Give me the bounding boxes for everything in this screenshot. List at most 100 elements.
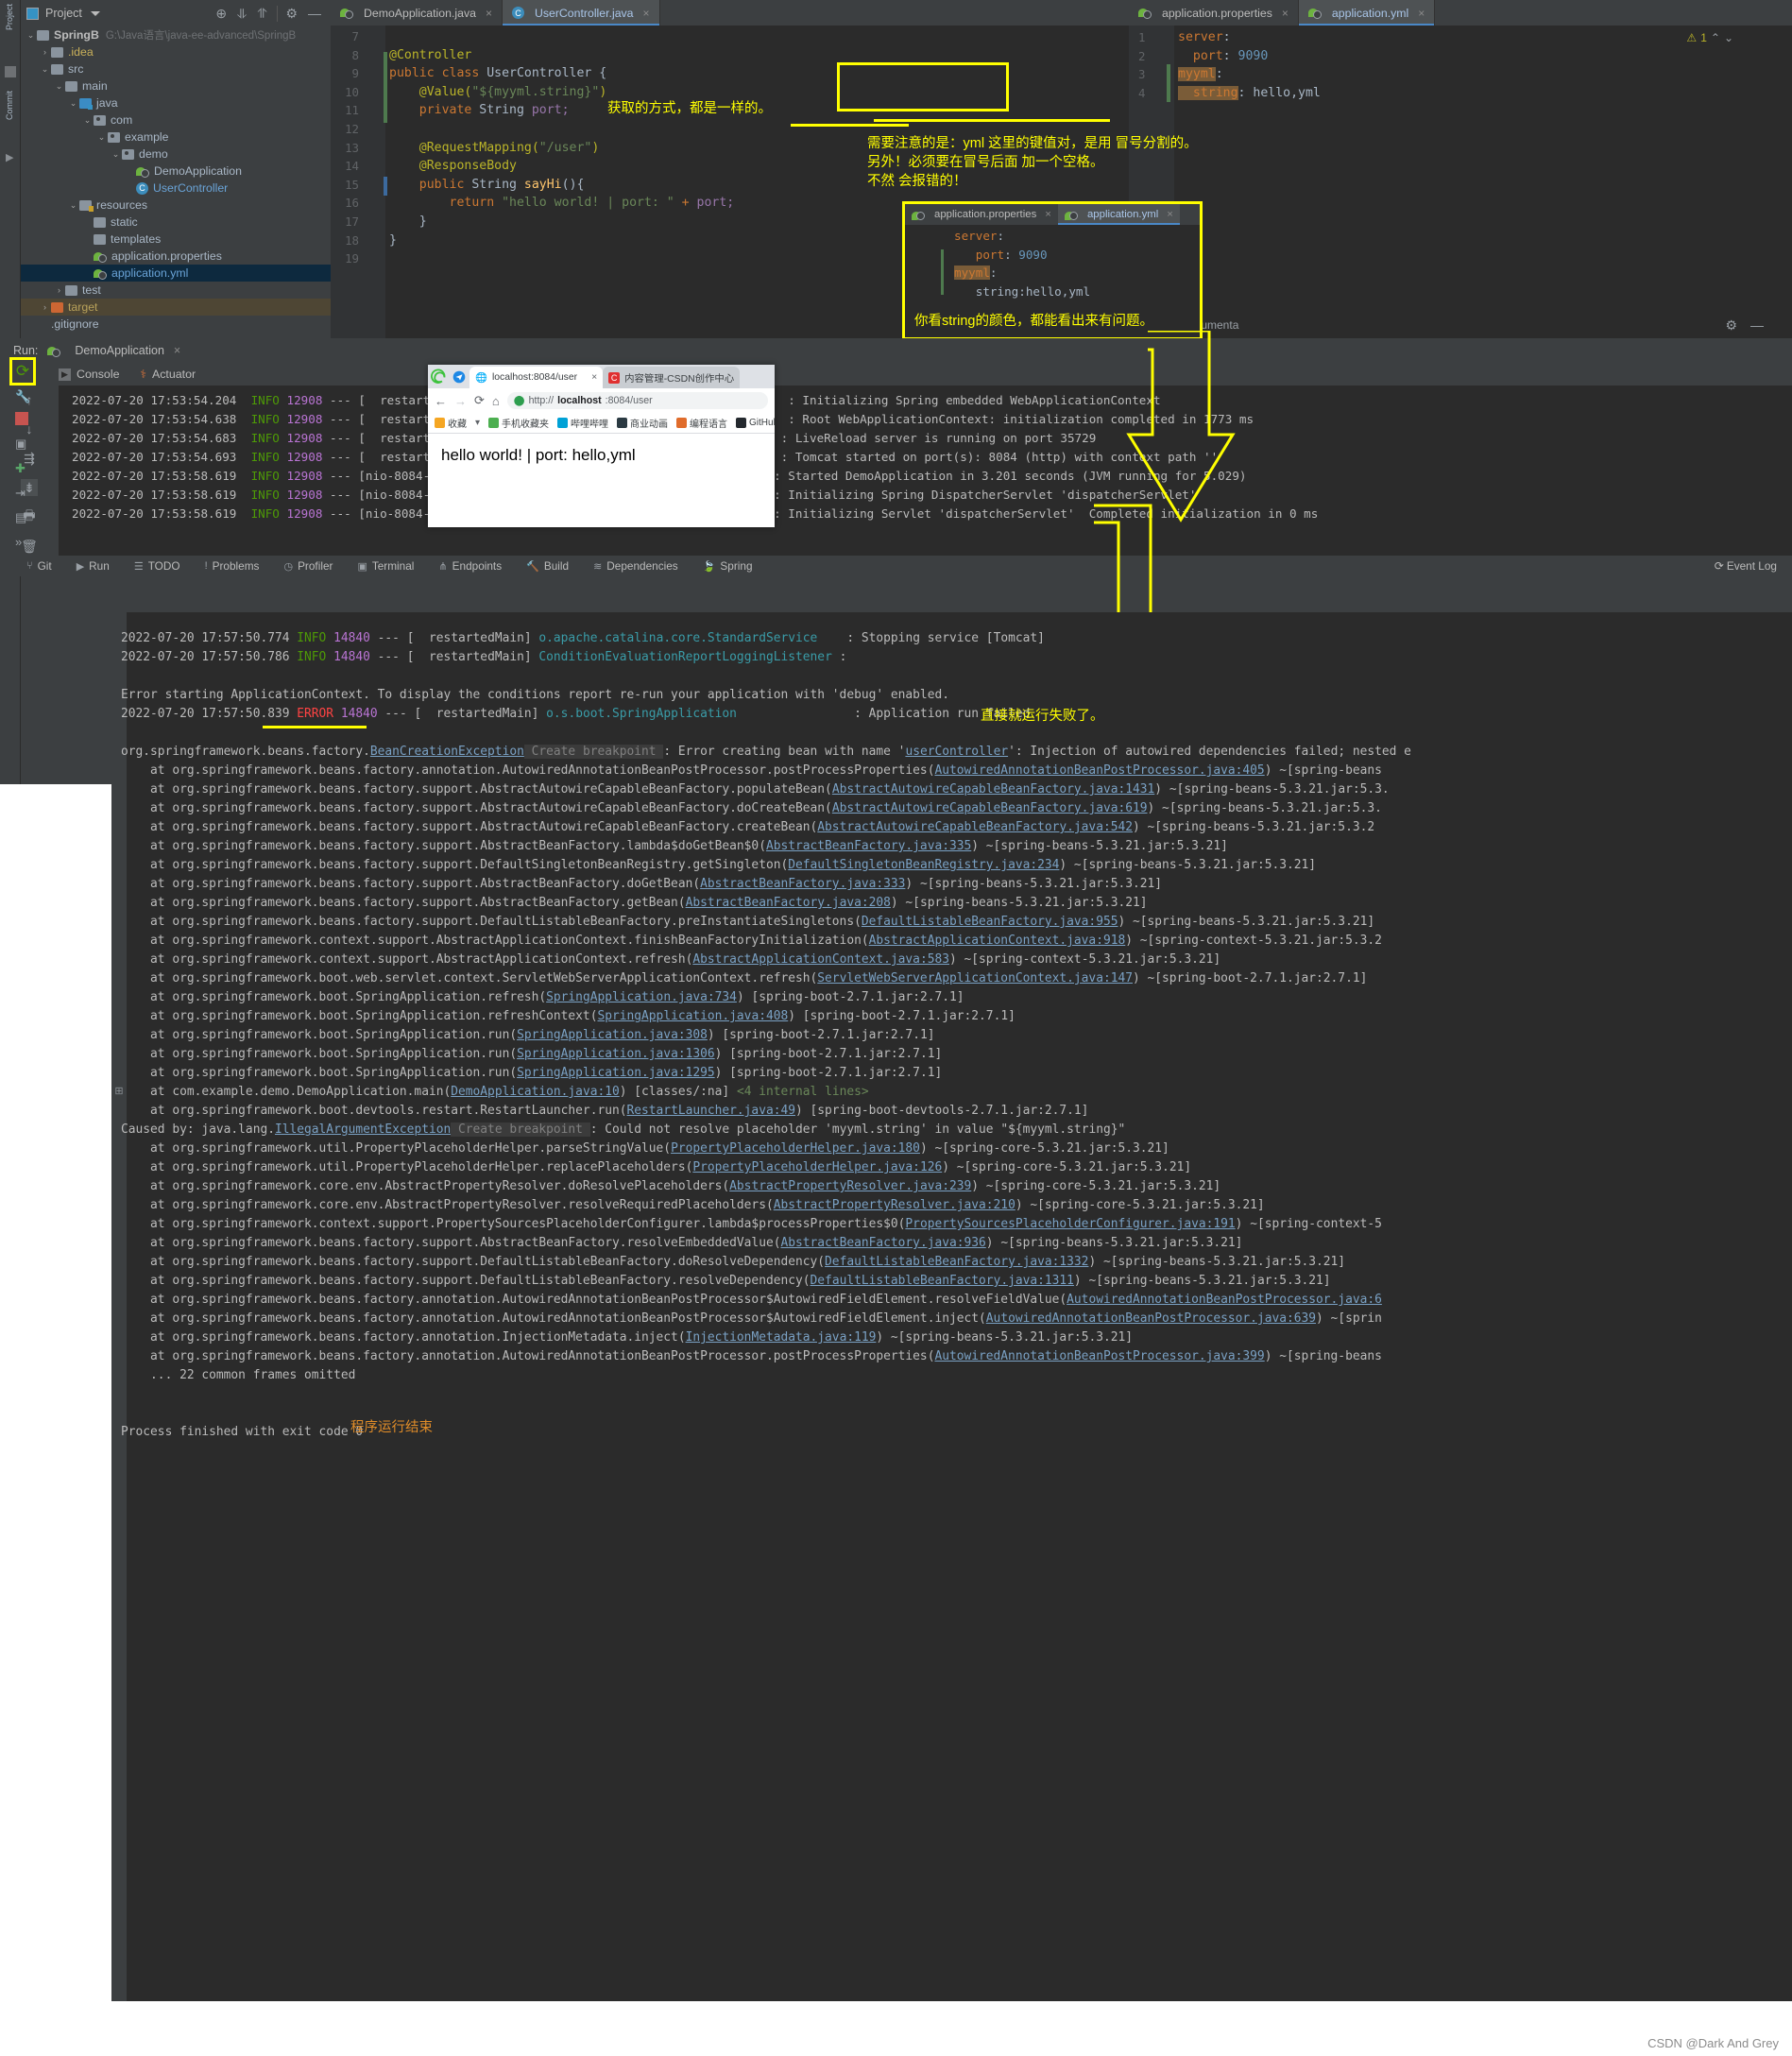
browser-tab-strip[interactable]: 🌐 localhost:8084/user × C 内容管理-CSDN创作中心 bbox=[428, 365, 775, 388]
console-stack-trace-panel[interactable]: 2022-07-20 17:57:50.774 INFO 14840 --- [… bbox=[111, 612, 1792, 2001]
trace-link[interactable]: PropertyPlaceholderHelper.java:126 bbox=[692, 1160, 942, 1174]
statusbar-endpoints[interactable]: ⋔ Endpoints bbox=[438, 559, 502, 573]
commit-strip-label[interactable]: Commit bbox=[5, 91, 14, 120]
trace-link[interactable]: AutowiredAnnotationBeanPostProcessor.jav… bbox=[1067, 1293, 1382, 1307]
yml-warning-status[interactable]: ⚠ 1 ⌃ ⌄ bbox=[1686, 31, 1733, 44]
camera-icon[interactable]: ▣ bbox=[15, 437, 26, 452]
trace-link[interactable]: RestartLauncher.java:49 bbox=[627, 1104, 796, 1118]
tree-item-src[interactable]: ⌄ src bbox=[21, 60, 331, 77]
run-strip-icon[interactable]: ▶ bbox=[6, 151, 13, 163]
browser-toolbar[interactable]: ← → ⟳ ⌂ ⬤ http://localhost:8084/user bbox=[428, 388, 775, 413]
chevron-down-icon[interactable]: ⌄ bbox=[67, 98, 79, 109]
trace-link[interactable]: AbstractAutowireCapableBeanFactory.java:… bbox=[832, 801, 1148, 815]
expand-all-icon[interactable]: ⥥ bbox=[237, 6, 247, 22]
trace-link[interactable]: ServletWebServerApplicationContext.java:… bbox=[817, 971, 1133, 985]
chevron-down-icon[interactable]: ▾ bbox=[475, 418, 480, 428]
tree-item-com[interactable]: ⌄ com bbox=[21, 111, 331, 128]
bookmarks-bar[interactable]: 收藏 ▾ 手机收藏夹 哔哩哔哩 商业动画 编程语言 GitHub bbox=[428, 413, 775, 434]
statusbar-todo[interactable]: ☰ TODO bbox=[134, 559, 180, 573]
chevron-down-icon[interactable]: ⌄ bbox=[1724, 31, 1733, 44]
wrench-icon[interactable]: 🔧 bbox=[15, 389, 30, 404]
chevron-up-icon[interactable]: ⌃ bbox=[1711, 31, 1720, 44]
close-icon[interactable]: × bbox=[1282, 7, 1289, 20]
close-icon[interactable]: × bbox=[1045, 209, 1051, 220]
trace-link[interactable]: DemoApplication.java:10 bbox=[451, 1085, 620, 1099]
rerun-button[interactable]: ⟳ bbox=[9, 357, 36, 386]
trace-link[interactable]: AbstractAutowireCapableBeanFactory.java:… bbox=[817, 820, 1133, 834]
popup-tab-1[interactable]: application.yml × bbox=[1057, 204, 1180, 225]
chevron-down-icon[interactable]: ⌄ bbox=[53, 81, 65, 92]
browser-tab-other[interactable]: C 内容管理-CSDN创作中心 bbox=[603, 367, 741, 388]
statusbar-dependencies[interactable]: ≋ Dependencies bbox=[593, 559, 678, 573]
trace-link[interactable]: AbstractApplicationContext.java:918 bbox=[869, 934, 1126, 948]
editor-tab-1[interactable]: C UserController.java × bbox=[502, 0, 660, 26]
settings-gear-icon[interactable]: ⚙ bbox=[1725, 317, 1737, 334]
back-icon[interactable]: ← bbox=[435, 394, 447, 408]
trace-link[interactable]: DefaultListableBeanFactory.java:1311 bbox=[811, 1274, 1074, 1288]
chevron-down-icon[interactable]: ⌄ bbox=[67, 200, 79, 211]
status-bar-right[interactable]: ⟳ Event Log bbox=[1715, 559, 1792, 573]
run-tab-console[interactable]: ▶ Console bbox=[59, 368, 119, 381]
run-tab-bar[interactable]: ▶ Console ⚕ Actuator bbox=[59, 363, 196, 386]
trace-link[interactable]: SpringApplication.java:1306 bbox=[517, 1047, 715, 1061]
trace-link[interactable]: AutowiredAnnotationBeanPostProcessor.jav… bbox=[934, 763, 1264, 778]
bookmark-0[interactable]: 收藏 bbox=[435, 416, 467, 430]
event-log-item[interactable]: ⟳ Event Log bbox=[1715, 559, 1777, 573]
run-config-name[interactable]: DemoApplication bbox=[75, 344, 164, 357]
gear-icon[interactable]: ⚙ bbox=[277, 5, 298, 22]
bookmark-5[interactable]: GitHub bbox=[736, 418, 775, 428]
trace-link[interactable]: PropertySourcesPlaceholderConfigurer.jav… bbox=[905, 1217, 1235, 1231]
trace-link[interactable]: AutowiredAnnotationBeanPostProcessor.jav… bbox=[934, 1349, 1264, 1363]
export-icon[interactable]: ⇥ bbox=[15, 486, 26, 501]
statusbar-profiler[interactable]: ◷ Profiler bbox=[283, 559, 333, 573]
tree-item-resources[interactable]: ⌄ resources bbox=[21, 197, 331, 214]
reload-icon[interactable]: ⟳ bbox=[474, 393, 485, 408]
trace-link[interactable]: AbstractBeanFactory.java:335 bbox=[766, 839, 971, 853]
trace-link[interactable]: DefaultListableBeanFactory.java:955 bbox=[862, 915, 1118, 929]
tree-item-target[interactable]: › target bbox=[21, 299, 331, 316]
trash-icon[interactable]: 🗑 bbox=[21, 538, 38, 555]
tree-item-application-properties[interactable]: application.properties bbox=[21, 248, 331, 265]
trace-link[interactable]: AbstractBeanFactory.java:208 bbox=[686, 896, 891, 910]
address-bar[interactable]: ⬤ http://localhost:8084/user bbox=[506, 392, 768, 409]
minimize-icon[interactable]: — bbox=[1750, 317, 1764, 333]
bug-icon[interactable]: ✚ bbox=[15, 461, 26, 476]
bookmark-2[interactable]: 哔哩哔哩 bbox=[557, 416, 608, 430]
browser-window[interactable]: 🌐 localhost:8084/user × C 内容管理-CSDN创作中心 … bbox=[428, 365, 775, 527]
trace-link[interactable]: SpringApplication.java:1295 bbox=[517, 1066, 715, 1080]
close-icon[interactable]: × bbox=[1418, 7, 1425, 20]
trace-link[interactable]: SpringApplication.java:408 bbox=[597, 1009, 788, 1023]
project-tree[interactable]: ⌄ SpringB G:\Java语言\java-ee-advanced\Sprin… bbox=[21, 26, 331, 333]
close-icon[interactable]: × bbox=[1167, 209, 1173, 220]
structure-icon[interactable] bbox=[5, 66, 16, 77]
trace-link[interactable]: AbstractBeanFactory.java:936 bbox=[780, 1236, 985, 1250]
chevron-right-icon[interactable]: › bbox=[39, 47, 51, 57]
home-icon[interactable]: ⌂ bbox=[492, 394, 500, 408]
chevron-right-icon[interactable]: › bbox=[39, 302, 51, 312]
run-tab-actuator[interactable]: ⚕ Actuator bbox=[140, 368, 196, 381]
telegram-icon[interactable] bbox=[449, 365, 469, 388]
tree-item-application-yml[interactable]: application.yml bbox=[21, 265, 331, 282]
tree-item-test[interactable]: › test bbox=[21, 282, 331, 299]
trace-link[interactable]: AbstractPropertyResolver.java:210 bbox=[774, 1198, 1015, 1212]
editor-tab-0[interactable]: DemoApplication.java × bbox=[331, 0, 503, 26]
yml-tab-0[interactable]: application.properties × bbox=[1129, 0, 1299, 26]
trace-text[interactable]: userController bbox=[905, 745, 1008, 759]
trace-link[interactable]: SpringApplication.java:308 bbox=[517, 1028, 708, 1042]
forward-icon[interactable]: → bbox=[454, 394, 467, 408]
trace-link[interactable]: AbstractApplicationContext.java:583 bbox=[692, 952, 949, 967]
trace-link[interactable]: InjectionMetadata.java:119 bbox=[686, 1330, 877, 1345]
tree-item-demo[interactable]: ⌄ demo bbox=[21, 146, 331, 163]
chevron-down-icon[interactable]: ⌄ bbox=[110, 149, 122, 160]
trace-link[interactable]: AutowiredAnnotationBeanPostProcessor.jav… bbox=[986, 1311, 1316, 1326]
close-icon[interactable]: × bbox=[591, 372, 597, 383]
trace-link[interactable]: AbstractPropertyResolver.java:239 bbox=[729, 1179, 971, 1193]
close-icon[interactable]: × bbox=[486, 7, 492, 20]
tree-item--idea[interactable]: › .idea bbox=[21, 43, 331, 60]
bottom-status-bar[interactable]: ⑂ Git ▶ Run ☰ TODO! Problems ◷ Profiler ▣ Terminal… bbox=[0, 556, 1792, 576]
tree-item-springb[interactable]: ⌄ SpringB G:\Java语言\java-ee-advanced\Sprin… bbox=[21, 26, 331, 43]
fold-icon[interactable]: ⊞ bbox=[111, 1085, 127, 1100]
trace-link[interactable]: AbstractAutowireCapableBeanFactory.java:… bbox=[832, 782, 1154, 797]
tree-item-static[interactable]: static bbox=[21, 214, 331, 231]
tree-item-java[interactable]: ⌄ java bbox=[21, 94, 331, 111]
